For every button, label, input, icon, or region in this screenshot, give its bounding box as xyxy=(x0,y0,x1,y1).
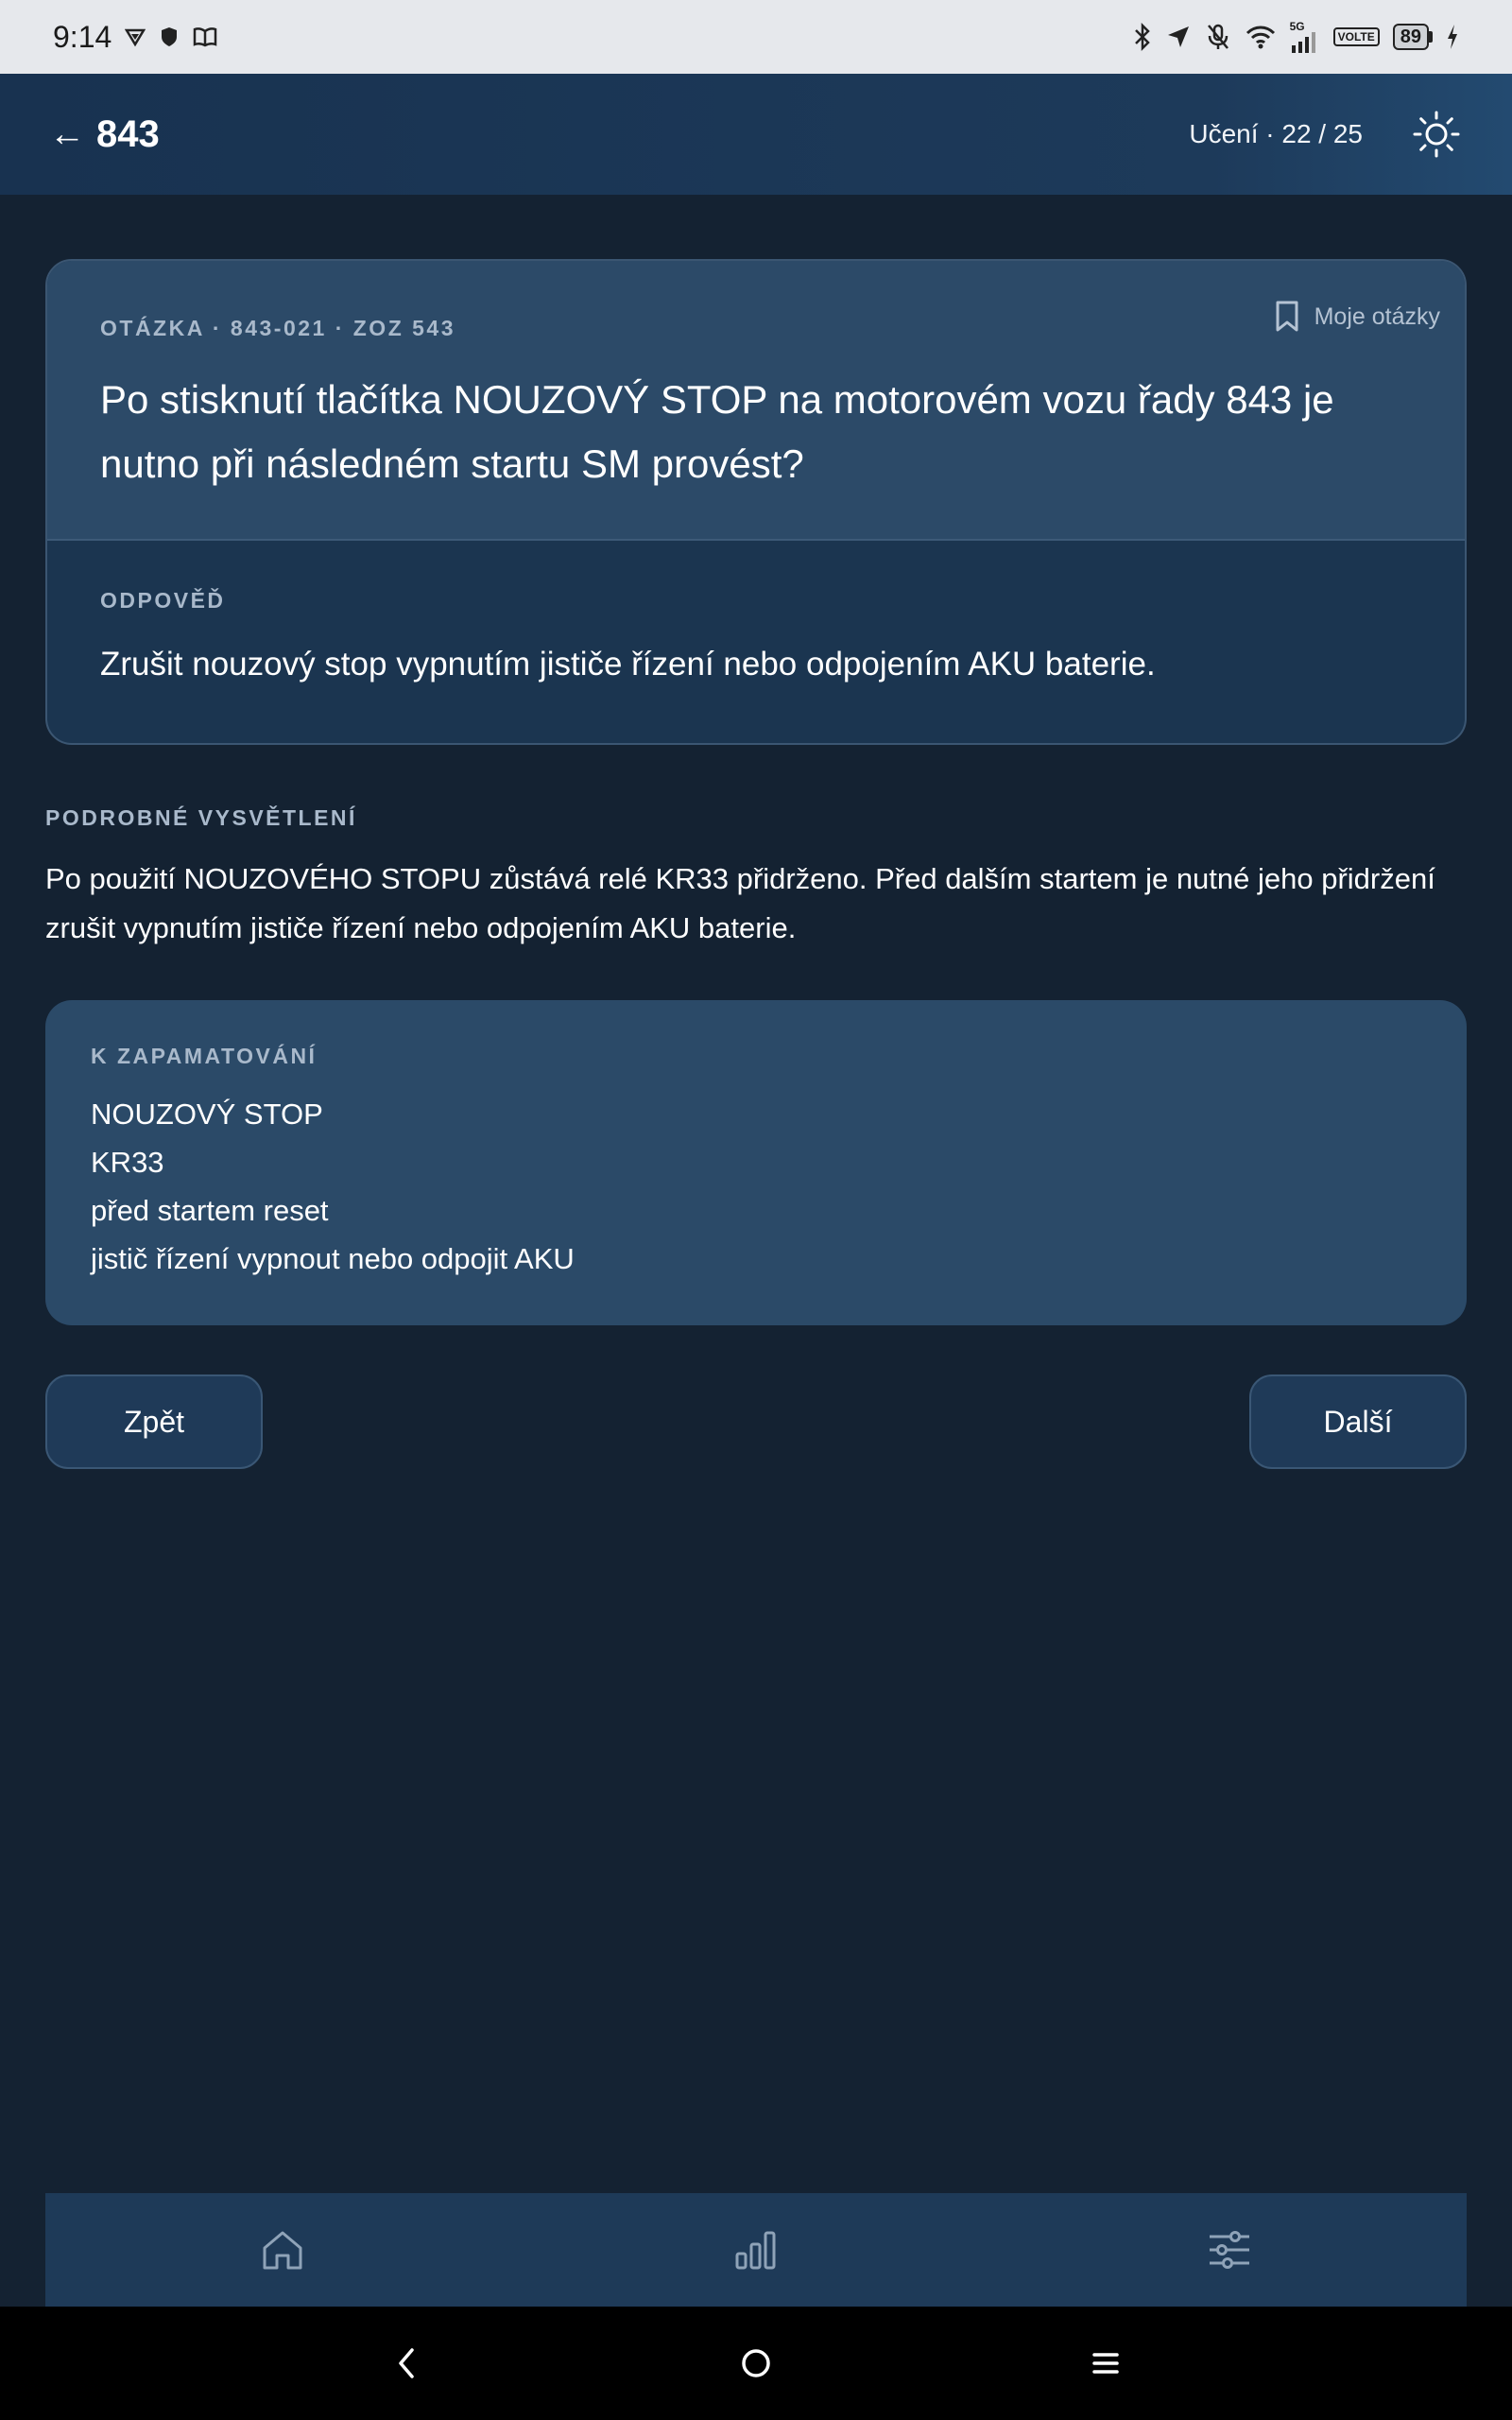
home-icon xyxy=(263,2231,302,2270)
question-text: Po stisknutí tlačítka NOUZOVÝ STOP na mo… xyxy=(100,377,1334,486)
memorize-item: jistič řízení vypnout nebo odpojit AKU xyxy=(91,1242,575,1275)
battery-level: 89 xyxy=(1392,24,1429,50)
network-type: 5G xyxy=(1289,20,1305,33)
explanation-label: PODROBNÉ VYSVĚTLENÍ xyxy=(45,805,357,830)
vpn-icon xyxy=(125,26,146,47)
memorize-card: K ZAPAMATOVÁNÍ NOUZOVÝ STOP KR33 před st… xyxy=(45,1000,1467,1325)
status-bar-left: 9:14 xyxy=(53,20,217,55)
chevron-left-icon xyxy=(399,2348,414,2378)
bottom-nav xyxy=(45,2193,1467,2307)
bluetooth-icon xyxy=(1133,22,1152,52)
memorize-item: před startem reset xyxy=(91,1194,329,1227)
status-time: 9:14 xyxy=(53,19,112,54)
book-icon xyxy=(193,26,217,47)
nav-home[interactable] xyxy=(226,2203,339,2297)
status-bar-right: 5G VOLTE 89 xyxy=(1133,21,1459,53)
system-recents-button[interactable] xyxy=(1077,2335,1134,2392)
system-home-button[interactable] xyxy=(728,2335,784,2392)
bookmark-label: Moje otázky xyxy=(1314,302,1440,330)
theme-toggle-button[interactable] xyxy=(1410,108,1463,161)
memorize-list: NOUZOVÝ STOP KR33 před startem reset jis… xyxy=(91,1090,1421,1283)
answer-section: ODPOVĚĎ Zrušit nouzový stop vypnutím jis… xyxy=(47,541,1465,683)
sun-icon xyxy=(1413,111,1460,158)
volte-badge: VOLTE xyxy=(1332,27,1380,46)
home-circle-icon xyxy=(742,2349,770,2377)
battery-icon: 89 xyxy=(1392,24,1433,50)
page-title: 843 xyxy=(96,112,160,155)
location-icon xyxy=(1165,24,1192,50)
question-card: OTÁZKA · 843-021 · ZOZ 543 Moje otázky P… xyxy=(45,259,1467,745)
memorize-item: KR33 xyxy=(91,1146,164,1179)
learning-progress: Učení · 22 / 25 xyxy=(1189,119,1363,148)
menu-icon xyxy=(1092,2353,1119,2374)
settings-sliders-icon xyxy=(1210,2231,1250,2269)
next-button[interactable]: Další xyxy=(1249,1374,1467,1469)
question-section: OTÁZKA · 843-021 · ZOZ 543 Moje otázky P… xyxy=(47,261,1465,541)
bookmark-icon xyxy=(1276,301,1298,332)
system-back-button[interactable] xyxy=(378,2335,435,2392)
memorize-item: NOUZOVÝ STOP xyxy=(91,1098,323,1131)
back-button[interactable]: ← 843 xyxy=(49,113,160,156)
explanation-text: Po použití NOUZOVÉHO STOPU zůstává relé … xyxy=(45,862,1435,944)
status-bar: 9:14 5G VOLTE 89 xyxy=(0,0,1512,74)
answer-label: ODPOVĚĎ xyxy=(100,588,226,613)
answer-text: Zrušit nouzový stop vypnutím jističe říz… xyxy=(100,646,1156,683)
memorize-label: K ZAPAMATOVÁNÍ xyxy=(91,1044,318,1068)
question-meta: OTÁZKA · 843-021 · ZOZ 543 xyxy=(100,316,456,340)
bookmark-button[interactable]: Moje otázky xyxy=(1275,301,1440,333)
shield-icon xyxy=(159,26,180,48)
stats-icon xyxy=(735,2231,776,2270)
previous-button[interactable]: Zpět xyxy=(45,1374,263,1469)
wifi-icon xyxy=(1245,24,1277,50)
signal-icon: 5G xyxy=(1290,21,1320,53)
app-bar: ← 843 Učení · 22 / 25 xyxy=(0,74,1512,195)
nav-stats[interactable] xyxy=(699,2203,813,2297)
app-bar-right: Učení · 22 / 25 xyxy=(1189,108,1463,161)
charging-icon xyxy=(1446,24,1459,50)
nav-settings[interactable] xyxy=(1173,2203,1286,2297)
mic-off-icon xyxy=(1205,23,1231,51)
system-nav-bar xyxy=(0,2307,1512,2420)
back-arrow-icon: ← xyxy=(49,114,85,154)
